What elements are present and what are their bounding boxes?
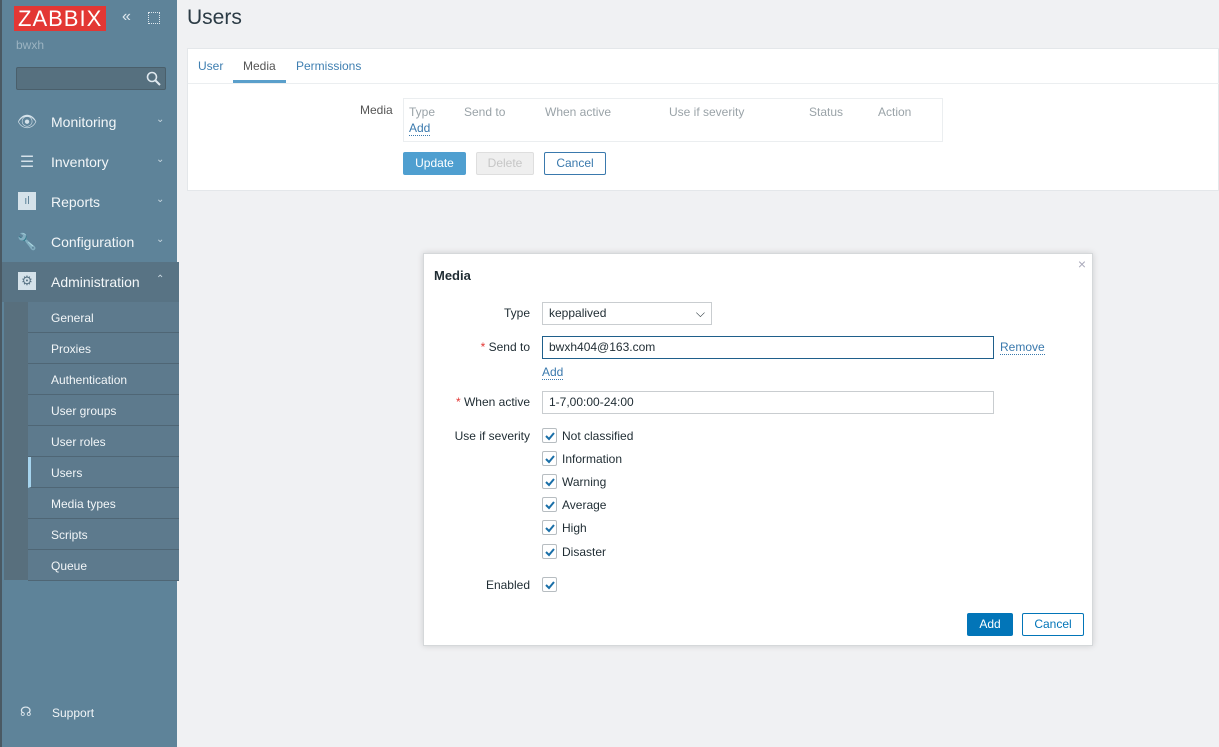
severity-checkbox[interactable]	[542, 428, 557, 443]
checkmark-icon	[545, 548, 555, 557]
search-icon[interactable]	[146, 71, 161, 86]
column-use-if-severity: Use if severity	[669, 105, 745, 119]
menu-configuration[interactable]: 🔧 Configuration ⌄	[2, 222, 179, 262]
zabbix-logo[interactable]: ZABBIX	[14, 6, 107, 31]
eye-icon: 👁	[16, 114, 38, 131]
page-title: Users	[187, 6, 242, 29]
kiosk-mode-icon[interactable]	[148, 12, 160, 24]
chevron-down-icon: ⌄	[156, 114, 165, 125]
chevron-down-icon: ⌵	[695, 306, 705, 320]
type-select[interactable]: keppalived ⌵	[542, 302, 712, 325]
username: bwxh	[16, 38, 45, 52]
cancel-button[interactable]: Cancel	[544, 152, 606, 175]
severity-label: Information	[562, 452, 623, 466]
submenu-general[interactable]: General	[28, 302, 179, 333]
tab-media[interactable]: Media	[243, 59, 276, 73]
chevron-down-icon: ⌄	[156, 154, 165, 165]
enabled-checkbox[interactable]	[542, 577, 557, 592]
checkmark-icon	[545, 501, 555, 510]
wrench-icon: 🔧	[17, 234, 37, 251]
bar-chart-icon: ıl	[18, 192, 36, 210]
checkmark-icon	[545, 455, 555, 464]
when-active-label: * When active	[455, 395, 530, 409]
severity-checkbox[interactable]	[542, 520, 557, 535]
sidebar: ZABBIX « bwxh 👁 Monitoring ⌄ ☰ Inventory ⌄ ı…	[0, 0, 179, 747]
severity-label: Disaster	[562, 545, 607, 559]
delete-button[interactable]: Delete	[476, 152, 534, 175]
severity-label: High	[562, 521, 587, 535]
submenu-user-roles[interactable]: User roles	[28, 426, 179, 457]
chevron-up-icon: ⌃	[156, 274, 165, 285]
support-link[interactable]: Support	[52, 706, 94, 720]
gear-icon: ⚙	[18, 272, 36, 290]
submenu-scripts[interactable]: Scripts	[28, 519, 179, 550]
collapse-sidebar-icon[interactable]: «	[122, 8, 131, 26]
remove-link[interactable]: Remove	[1000, 340, 1045, 355]
search-input[interactable]	[16, 67, 166, 90]
media-dialog: Media × Type keppalived ⌵ * Send to bwxh4…	[423, 253, 1093, 646]
submenu-queue[interactable]: Queue	[28, 550, 179, 581]
column-when-active: When active	[545, 105, 612, 119]
menu-administration[interactable]: ⚙ Administration ⌃	[2, 262, 179, 302]
add-button[interactable]: Add	[967, 613, 1013, 636]
severity-checkbox[interactable]	[542, 474, 557, 489]
submenu-authentication[interactable]: Authentication	[28, 364, 179, 395]
add-send-to-link[interactable]: Add	[542, 365, 564, 380]
tab-user[interactable]: User	[198, 59, 223, 73]
severity-label: Average	[562, 498, 607, 512]
checkmark-icon	[545, 478, 555, 487]
submenu-media-types[interactable]: Media types	[28, 488, 179, 519]
checkmark-icon	[545, 432, 555, 441]
headset-icon: ☊	[20, 704, 32, 719]
column-status: Status	[809, 105, 844, 119]
severity-checkbox[interactable]	[542, 451, 557, 466]
close-icon[interactable]: ×	[1078, 256, 1086, 272]
media-label: Media	[360, 103, 393, 117]
severity-label: Not classified	[562, 429, 634, 443]
checkmark-icon	[545, 581, 555, 590]
chevron-down-icon: ⌄	[156, 194, 165, 205]
administration-submenu: General Proxies Authentication User grou…	[4, 302, 179, 581]
submenu-users[interactable]: Users	[28, 457, 179, 488]
severity-label: Warning	[562, 475, 607, 489]
severity-checkbox[interactable]	[542, 497, 557, 512]
menu-reports[interactable]: ıl Reports ⌄	[2, 182, 179, 222]
column-type: Type	[409, 105, 436, 119]
update-button[interactable]: Update	[403, 152, 466, 175]
send-to-input[interactable]: bwxh404@163.com	[542, 336, 994, 359]
column-send-to: Send to	[464, 105, 506, 119]
menu-inventory[interactable]: ☰ Inventory ⌄	[2, 142, 179, 182]
submenu-proxies[interactable]: Proxies	[28, 333, 179, 364]
divider	[188, 83, 1219, 84]
column-action: Action	[878, 105, 912, 119]
use-if-severity-label: Use if severity	[454, 429, 530, 443]
menu-monitoring[interactable]: 👁 Monitoring ⌄	[2, 102, 179, 142]
enabled-label: Enabled	[485, 578, 530, 592]
type-label: Type	[503, 306, 530, 320]
add-media-link[interactable]: Add	[409, 121, 431, 136]
tab-permissions[interactable]: Permissions	[296, 59, 361, 73]
dialog-cancel-button[interactable]: Cancel	[1022, 613, 1084, 636]
list-icon: ☰	[19, 154, 35, 171]
chevron-down-icon: ⌄	[156, 234, 165, 245]
when-active-input[interactable]: 1-7,00:00-24:00	[542, 391, 994, 414]
dialog-title: Media	[434, 268, 471, 283]
severity-checkbox[interactable]	[542, 544, 557, 559]
send-to-label: * Send to	[480, 340, 530, 354]
checkmark-icon	[545, 524, 555, 533]
submenu-user-groups[interactable]: User groups	[28, 395, 179, 426]
